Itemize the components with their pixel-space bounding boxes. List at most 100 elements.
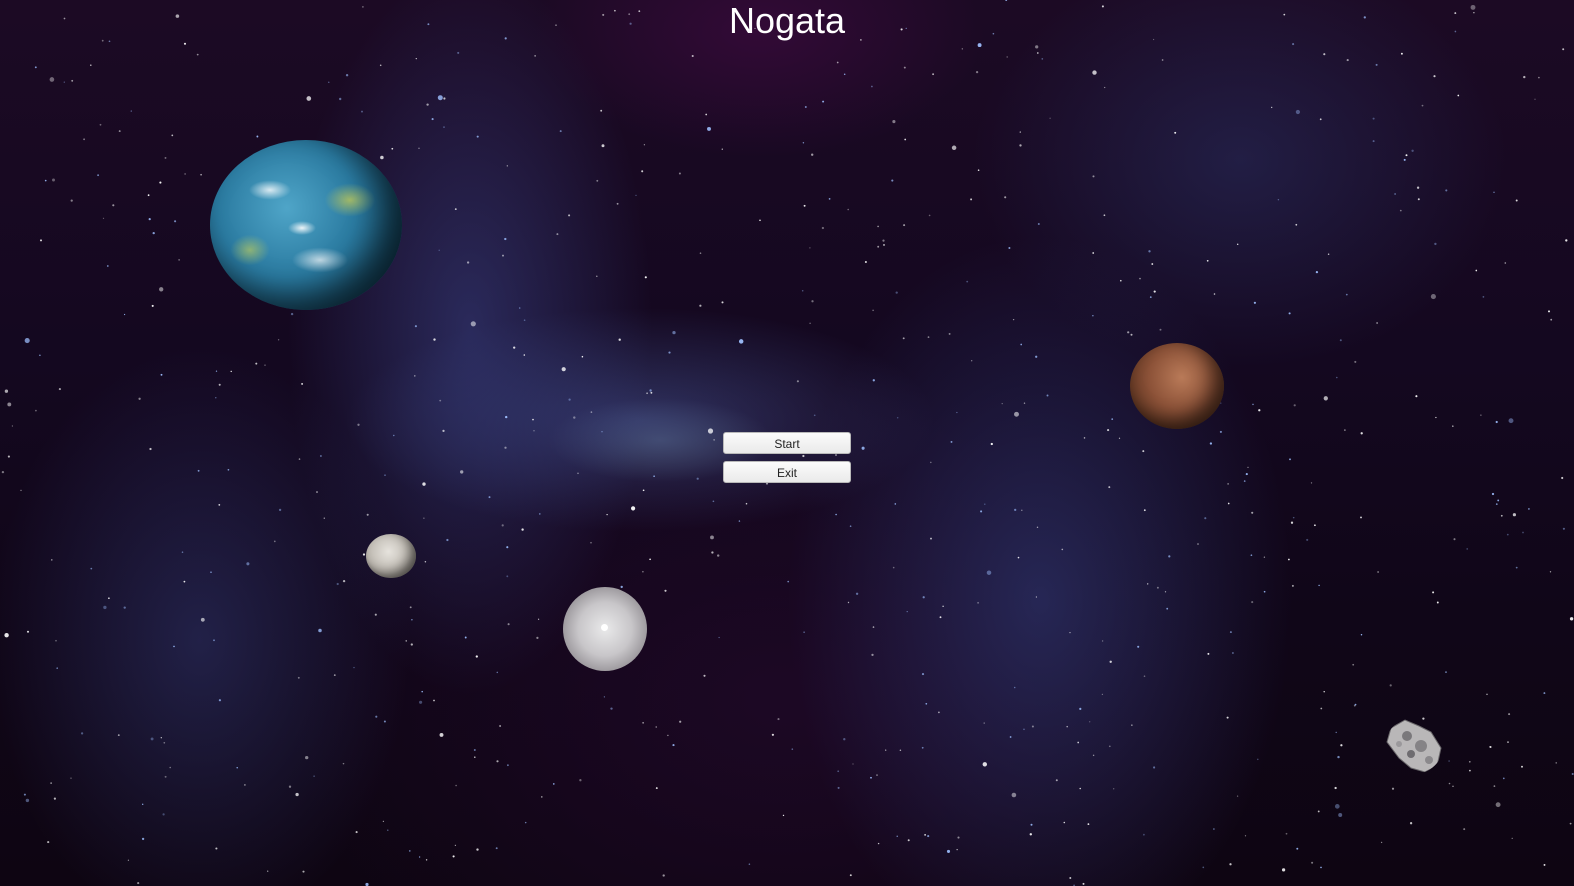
star: [759, 219, 761, 222]
star: [1495, 420, 1498, 424]
star: [1344, 429, 1346, 431]
star: [1466, 548, 1469, 550]
star: [197, 469, 200, 472]
star: [1104, 86, 1106, 89]
star: [1323, 53, 1326, 56]
star: [301, 382, 304, 385]
star: [1448, 760, 1450, 762]
star: [903, 224, 906, 227]
star: [577, 472, 579, 475]
star: [1004, 196, 1007, 199]
star: [505, 415, 508, 419]
star: [123, 606, 126, 609]
star: [319, 455, 322, 457]
star: [1372, 117, 1375, 120]
star: [178, 259, 180, 261]
star: [713, 439, 715, 441]
star: [183, 42, 187, 45]
star: [1137, 645, 1140, 648]
start-button[interactable]: Start: [723, 432, 851, 454]
star: [35, 409, 37, 412]
star: [149, 447, 152, 451]
star: [1434, 242, 1437, 246]
star: [246, 562, 250, 566]
star: [1500, 514, 1503, 517]
star: [318, 628, 322, 633]
star: [924, 834, 926, 836]
star: [568, 398, 571, 401]
star: [439, 732, 444, 737]
star: [499, 725, 502, 727]
star: [847, 601, 850, 604]
star: [1571, 772, 1574, 776]
star: [1108, 486, 1111, 489]
star: [828, 198, 831, 200]
star: [809, 322, 811, 324]
star: [164, 775, 167, 778]
star: [813, 414, 816, 417]
star: [1250, 554, 1253, 557]
star: [1345, 293, 1348, 296]
star: [861, 446, 865, 450]
star: [885, 749, 887, 751]
star: [771, 733, 775, 736]
star: [1036, 526, 1039, 529]
star: [414, 375, 416, 377]
star: [1346, 59, 1349, 62]
star: [1569, 822, 1572, 825]
star: [171, 134, 174, 137]
star: [460, 470, 464, 474]
star: [425, 859, 428, 861]
star: [610, 707, 613, 710]
star: [422, 482, 426, 486]
star: [568, 214, 571, 217]
star: [717, 554, 720, 557]
star: [1463, 828, 1466, 831]
star: [649, 558, 651, 561]
star: [541, 796, 543, 798]
star: [255, 362, 258, 365]
star: [393, 434, 395, 437]
star: [142, 803, 144, 805]
star: [1354, 360, 1357, 363]
white-sphere: [563, 587, 647, 671]
star: [957, 836, 960, 839]
star: [738, 339, 744, 344]
star: [738, 520, 741, 522]
star: [52, 178, 55, 182]
star: [1340, 744, 1343, 747]
star: [336, 582, 339, 586]
star: [1103, 214, 1106, 217]
star: [382, 820, 385, 823]
star: [581, 355, 584, 358]
star: [504, 446, 507, 449]
star: [951, 145, 957, 151]
star: [1143, 833, 1145, 836]
star: [328, 81, 330, 83]
exit-button[interactable]: Exit: [723, 461, 851, 483]
star: [1480, 414, 1482, 416]
star: [267, 870, 269, 872]
star: [4, 632, 9, 638]
star: [184, 173, 186, 175]
star: [986, 570, 992, 575]
star: [1011, 792, 1017, 798]
star: [1229, 863, 1232, 866]
star: [306, 96, 312, 101]
star: [227, 468, 230, 471]
star: [984, 503, 986, 505]
star: [1089, 721, 1091, 723]
star: [1337, 755, 1340, 759]
star: [421, 690, 423, 693]
star: [56, 667, 58, 669]
star: [1236, 243, 1239, 246]
star: [1391, 787, 1395, 790]
star: [277, 339, 280, 341]
star: [939, 616, 942, 619]
star: [1077, 741, 1080, 744]
star: [1251, 601, 1254, 604]
star: [596, 275, 598, 278]
star: [1360, 432, 1363, 435]
star: [843, 738, 846, 741]
star: [1277, 198, 1280, 201]
